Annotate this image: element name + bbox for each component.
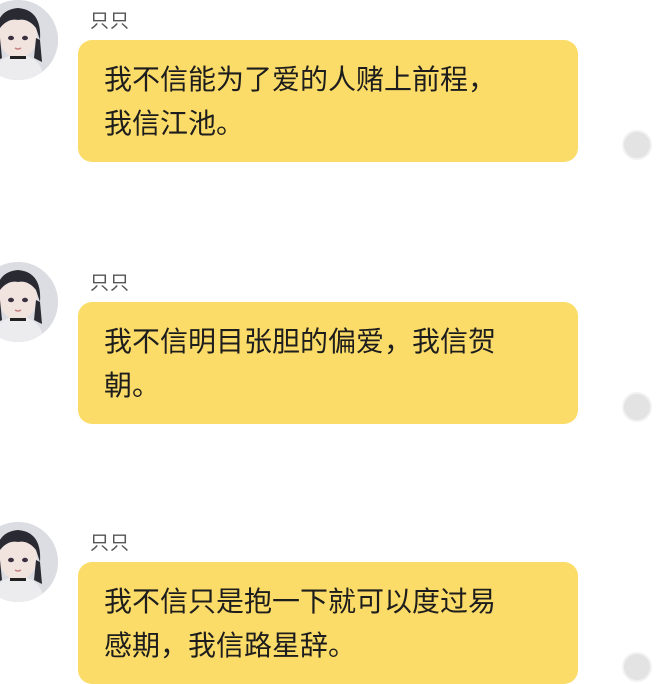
message-text: 感期，我信路星辞。: [104, 629, 357, 662]
message-text: 我信江池。: [104, 107, 245, 140]
message-item: 只只 我不信只是抱一下就可以度过易 感期，我信路星辞。: [0, 522, 668, 684]
avatar[interactable]: [0, 0, 58, 80]
avatar[interactable]: [0, 522, 58, 602]
message-item: 只只 我不信明目张胆的偏爱，我信贺 朝。: [0, 262, 668, 424]
avatar-illustration-icon: [0, 522, 58, 602]
select-radio[interactable]: [622, 392, 652, 422]
select-radio[interactable]: [622, 130, 652, 160]
message-bubble[interactable]: 我不信只是抱一下就可以度过易 感期，我信路星辞。: [78, 562, 578, 684]
avatar-illustration-icon: [0, 262, 58, 342]
sender-name: 只只: [90, 10, 131, 32]
select-radio[interactable]: [622, 652, 652, 682]
message-text: 我不信明目张胆的偏爱，我信贺: [104, 325, 497, 358]
message-text: 朝。: [104, 369, 161, 402]
message-bubble[interactable]: 我不信能为了爱的人赌上前程， 我信江池。: [78, 40, 578, 162]
message-bubble[interactable]: 我不信明目张胆的偏爱，我信贺 朝。: [78, 302, 578, 424]
message-item: 只只 我不信能为了爱的人赌上前程， 我信江池。: [0, 0, 668, 162]
sender-name: 只只: [90, 272, 131, 294]
avatar[interactable]: [0, 262, 58, 342]
avatar-illustration-icon: [0, 0, 58, 80]
message-text: 我不信能为了爱的人赌上前程，: [104, 63, 497, 96]
sender-name: 只只: [90, 532, 131, 554]
message-text: 我不信只是抱一下就可以度过易: [104, 585, 497, 618]
